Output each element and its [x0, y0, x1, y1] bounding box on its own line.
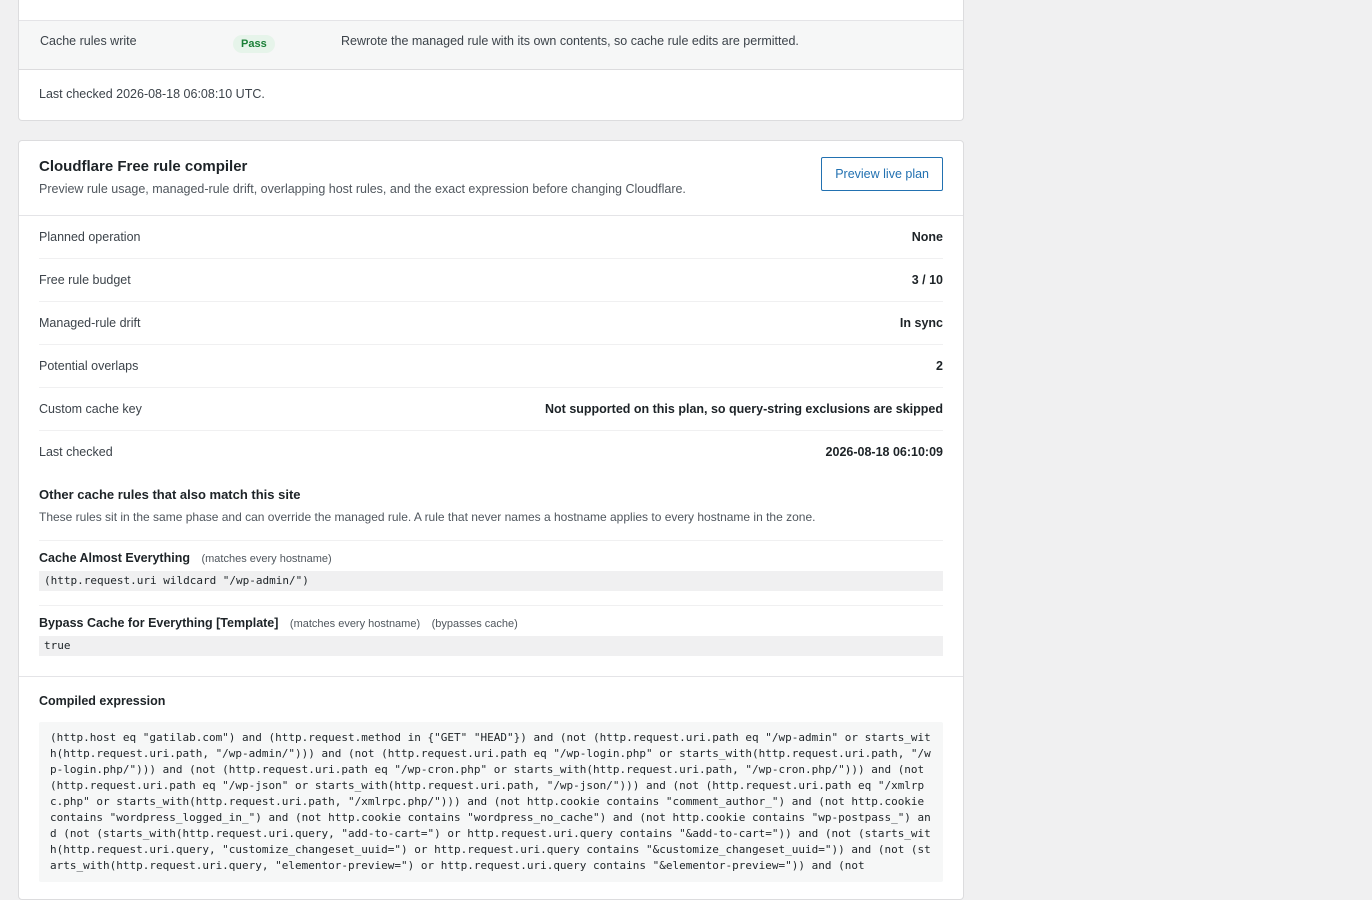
preview-live-plan-button[interactable]: Preview live plan [821, 157, 943, 191]
card-header: Cloudflare Free rule compiler Preview ru… [19, 141, 963, 216]
rule-name: Bypass Cache for Everything [Template] [39, 616, 279, 630]
stat-value: 2 [936, 359, 943, 373]
stat-value: None [911, 230, 943, 244]
rule-title: Cache Almost Everything (matches every h… [39, 551, 943, 565]
rule-compiler-card: Cloudflare Free rule compiler Preview ru… [18, 140, 964, 900]
cache-rules-write-row: Cache rules write Pass Rewrote the manag… [19, 21, 963, 70]
compiled-expression-code: (http.host eq "gatilab.com") and (http.r… [39, 722, 943, 882]
rule-expression: true [39, 636, 943, 656]
stat-value: 2026-08-18 06:10:09 [825, 445, 943, 459]
rule-expression: (http.request.uri wildcard "/wp-admin/") [39, 571, 943, 591]
stat-label: Planned operation [39, 230, 141, 244]
stat-row-potential-overlaps: Potential overlaps 2 [39, 345, 943, 388]
section-title: Compiled expression [39, 694, 166, 708]
overlap-rule-item: Cache Almost Everything (matches every h… [39, 541, 943, 591]
stat-label: Free rule budget [39, 273, 131, 287]
section-description: These rules sit in the same phase and ca… [39, 510, 943, 541]
stat-row-managed-rule-drift: Managed-rule drift In sync [39, 302, 943, 345]
rule-tag: (matches every hostname) [201, 553, 332, 565]
stat-value: Not supported on this plan, so query-str… [545, 402, 943, 416]
overlap-rule-item: Bypass Cache for Everything [Template] (… [39, 605, 943, 656]
section-title: Other cache rules that also match this s… [39, 487, 301, 502]
card-subtitle: Preview rule usage, managed-rule drift, … [39, 182, 686, 196]
stat-row-last-checked: Last checked 2026-08-18 06:10:09 [39, 431, 943, 473]
card-title: Cloudflare Free rule compiler [39, 158, 248, 175]
check-label: Cache rules write [40, 34, 137, 48]
stat-row-planned-operation: Planned operation None [39, 216, 943, 259]
stats-list: Planned operation None Free rule budget … [19, 216, 963, 473]
stat-value: 3 / 10 [911, 273, 943, 287]
stat-value: In sync [899, 316, 943, 330]
previous-check-row [19, 0, 963, 21]
compiled-expression-section: Compiled expression (http.host eq "gatil… [19, 676, 963, 882]
stat-row-rule-budget: Free rule budget 3 / 10 [39, 259, 943, 302]
overlapping-rules-section: Other cache rules that also match this s… [19, 473, 963, 656]
stat-label: Managed-rule drift [39, 316, 141, 330]
status-badge: Pass [233, 35, 275, 53]
stat-label: Potential overlaps [39, 359, 139, 373]
stat-label: Custom cache key [39, 402, 142, 416]
rule-name: Cache Almost Everything [39, 551, 190, 565]
rule-title: Bypass Cache for Everything [Template] (… [39, 616, 943, 630]
rule-tag: (bypasses cache) [431, 618, 518, 630]
stat-row-custom-cache-key: Custom cache key Not supported on this p… [39, 388, 943, 431]
last-checked-text: Last checked 2026-08-18 06:08:10 UTC. [39, 87, 265, 101]
status-card: Cache rules write Pass Rewrote the manag… [18, 0, 964, 121]
check-message: Rewrote the managed rule with its own co… [341, 34, 799, 48]
stat-label: Last checked [39, 445, 113, 459]
rule-tag: (matches every hostname) [289, 618, 421, 630]
